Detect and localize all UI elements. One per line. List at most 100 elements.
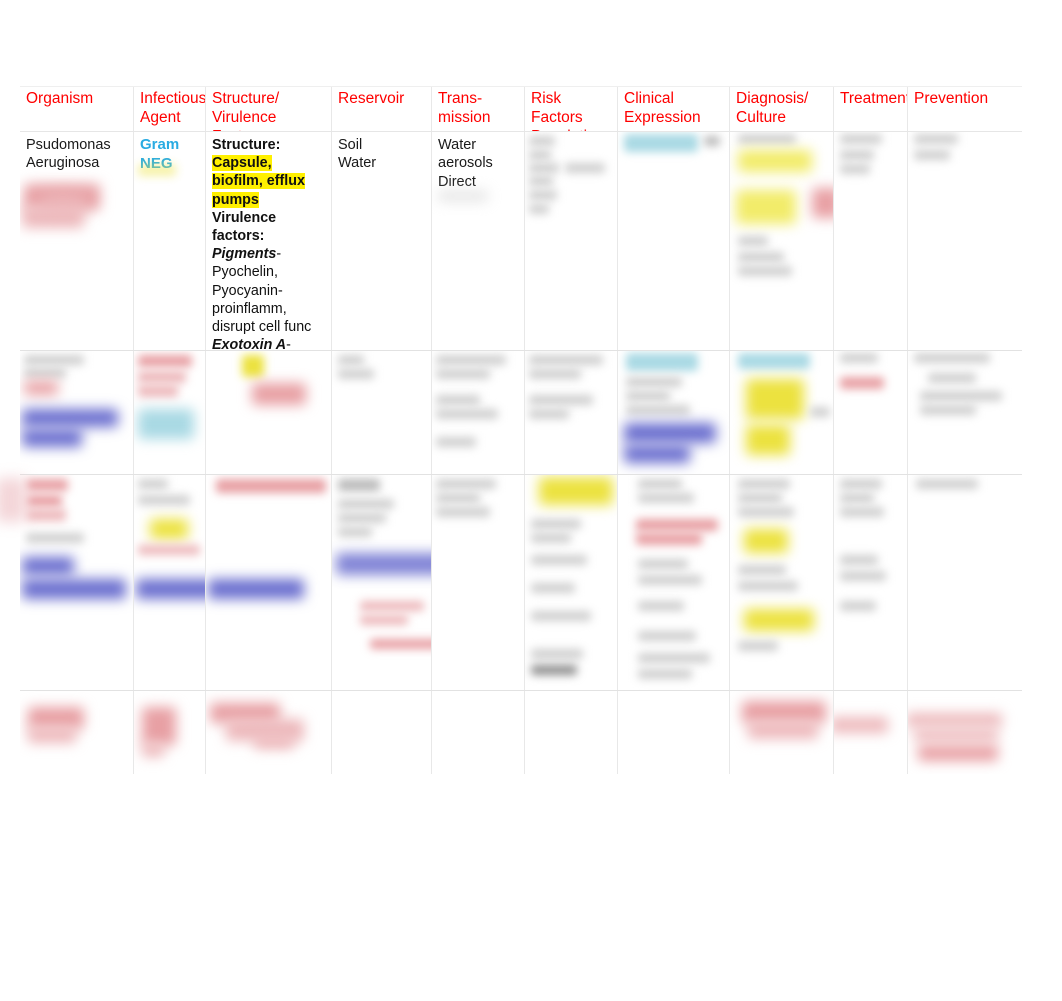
redacted-overlay [525, 132, 617, 350]
table-row [20, 691, 1022, 774]
redacted-overlay [618, 351, 729, 474]
redacted-overlay [134, 691, 205, 774]
cell-clinical-expression [618, 691, 730, 774]
cell-structure-virulence [206, 691, 332, 774]
cell-treatment [834, 351, 908, 474]
cell-prevention [908, 132, 1022, 350]
redacted-overlay [525, 351, 617, 474]
cell-infectious-agent [134, 351, 206, 474]
cell-reservoir [332, 351, 432, 474]
redacted-overlay [834, 691, 907, 774]
virulence-detail: Pyochelin, Pyocyanin-proinflamm, disrupt… [212, 263, 325, 336]
gram-stain-label: Gram NEG [140, 136, 180, 172]
virulence-term: Pigments [212, 246, 277, 263]
cell-diagnosis-culture [730, 691, 834, 774]
organism-name: Psudomonas Aeruginosa [26, 137, 111, 172]
virulence-label: Virulence factors: [212, 209, 277, 245]
structure-value-line: Capsule, biofilm, efflux pumps [212, 154, 325, 209]
cell-clinical-expression [618, 351, 730, 474]
cell-structure-virulence: Structure: Capsule, biofilm, efflux pump… [206, 132, 332, 350]
structure-virulence-content: Structure: Capsule, biofilm, efflux pump… [212, 136, 325, 350]
redacted-overlay [834, 475, 907, 690]
redacted-overlay [730, 475, 833, 690]
redacted-overlay [20, 691, 133, 774]
virulence-separator: - [286, 337, 291, 350]
column-header-transmission: Trans- mission [432, 87, 525, 131]
cell-risk-factors [525, 351, 618, 474]
cell-treatment [834, 475, 908, 690]
redacted-overlay [332, 475, 431, 690]
reservoir-text: Soil Water [338, 137, 377, 172]
structure-label: Structure [212, 137, 276, 153]
cell-diagnosis-culture [730, 351, 834, 474]
redacted-overlay [730, 132, 833, 350]
redacted-overlay [332, 351, 431, 474]
cell-prevention [908, 691, 1022, 774]
cell-clinical-expression [618, 132, 730, 350]
header-label: Diagnosis/ Culture [736, 90, 809, 126]
virulence-heading: Virulence factors: [212, 209, 325, 245]
virulence-detail-text: Pyochelin, Pyocyanin-proinflamm, disrupt… [212, 264, 312, 336]
cell-treatment [834, 691, 908, 774]
cell-clinical-expression [618, 475, 730, 690]
redacted-overlay [134, 351, 205, 474]
table-row: Psudomonas Aeruginosa Gram NEG Structure… [20, 132, 1022, 351]
redacted-overlay [525, 475, 617, 690]
redacted-overlay [432, 475, 524, 690]
cell-diagnosis-culture [730, 132, 834, 350]
redacted-overlay [730, 351, 833, 474]
structure-value: Capsule, biofilm, efflux pumps [212, 155, 305, 208]
table-row [20, 351, 1022, 475]
header-label: Organism [26, 90, 94, 107]
redacted-overlay [908, 351, 1022, 474]
redacted-overlay [908, 475, 1022, 690]
redacted-overlay [206, 691, 331, 774]
virulence-item: Pigments- [212, 245, 325, 263]
structure-line: Structure: [212, 136, 325, 154]
redacted-overlay [730, 691, 833, 774]
column-header-treatment: Treatment [834, 87, 908, 131]
cell-infectious-agent [134, 691, 206, 774]
redacted-overlay [618, 475, 729, 690]
redacted-overlay [618, 132, 729, 350]
column-header-reservoir: Reservoir [332, 87, 432, 131]
header-label: Structure/ Virulence Factors [212, 90, 280, 131]
cell-prevention [908, 351, 1022, 474]
cell-reservoir [332, 691, 432, 774]
cell-transmission [432, 475, 525, 690]
column-header-structure-virulence: Structure/ Virulence Factors [206, 87, 332, 131]
cell-reservoir [332, 475, 432, 690]
cell-diagnosis-culture [730, 475, 834, 690]
cell-structure-virulence [206, 351, 332, 474]
cell-organism [20, 691, 134, 774]
organism-comparison-table: Organism Infectious Agent Structure/ Vir… [20, 86, 1022, 774]
cell-treatment [834, 132, 908, 350]
header-label: Prevention [914, 90, 989, 107]
virulence-item: Exotoxin A- inhibs prot synth [212, 336, 325, 350]
cell-organism [20, 351, 134, 474]
redacted-overlay [908, 691, 1022, 774]
column-header-clinical-expression: Clinical Expression [618, 87, 730, 131]
virulence-separator: - [276, 246, 282, 263]
header-label: Risk Factors Populations [531, 90, 612, 131]
cell-structure-virulence [206, 475, 332, 690]
column-header-diagnosis-culture: Diagnosis/ Culture [730, 87, 834, 131]
redacted-overlay [432, 351, 524, 474]
column-header-infectious-agent: Infectious Agent [134, 87, 206, 131]
cell-prevention [908, 475, 1022, 690]
column-header-prevention: Prevention [908, 87, 1022, 131]
redacted-overlay [908, 132, 1022, 350]
cell-reservoir: Soil Water [332, 132, 432, 350]
colon: : [275, 137, 281, 153]
redacted-overlay [834, 132, 907, 350]
cell-infectious-agent [134, 475, 206, 690]
cell-transmission [432, 691, 525, 774]
cell-organism: Psudomonas Aeruginosa [20, 132, 134, 350]
column-header-risk-factors: Risk Factors Populations [525, 87, 618, 131]
virulence-term: Exotoxin A [212, 337, 287, 350]
header-label: Treatment [840, 90, 908, 107]
header-label: Clinical Expression [624, 90, 701, 126]
column-header-organism: Organism [20, 87, 134, 131]
page-edge-artifact [0, 478, 26, 522]
header-label: Trans- mission [438, 90, 491, 126]
